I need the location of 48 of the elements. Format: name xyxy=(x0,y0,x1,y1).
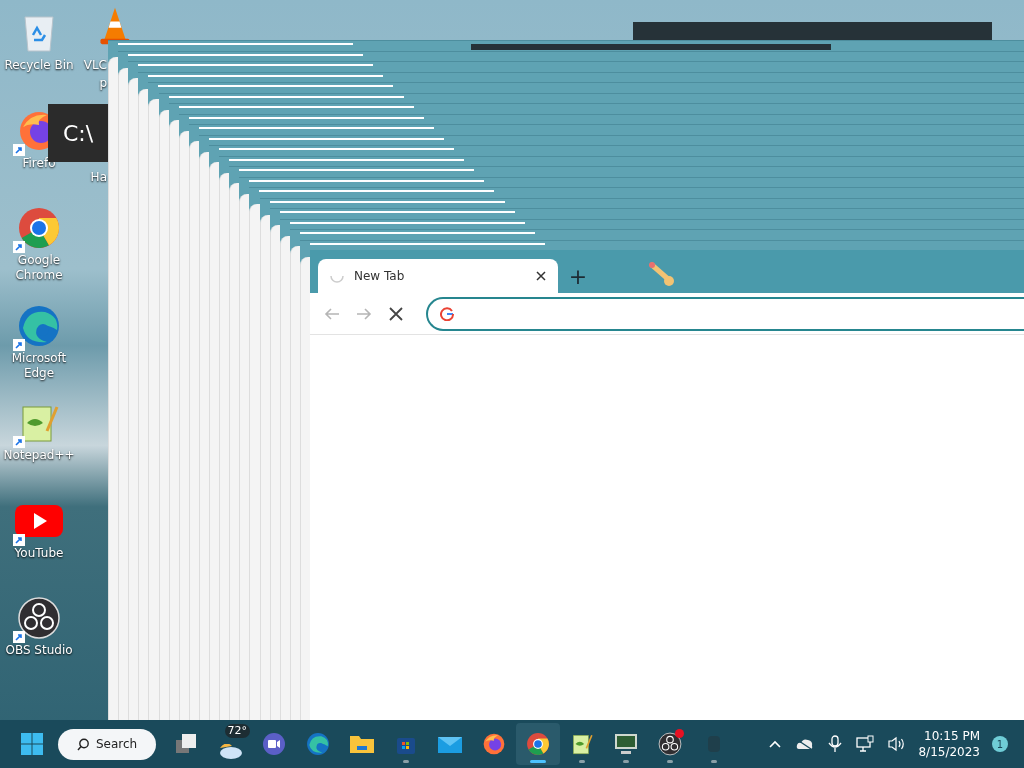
chrome-icon xyxy=(526,732,550,756)
icon-label: OBS Studio xyxy=(5,643,73,658)
clock-time[interactable]: 10:15 PM xyxy=(924,728,980,744)
clock-date[interactable]: 8/15/2023 xyxy=(918,744,980,760)
browser-tab[interactable]: New Tab xyxy=(318,259,558,293)
icon-label: Chrome xyxy=(15,268,63,283)
icon-label: Google xyxy=(17,253,61,268)
taskbar-app[interactable]: 72° xyxy=(208,723,252,765)
icon-label: Notepad++ xyxy=(3,448,75,463)
obs-icon xyxy=(17,596,61,640)
start-button-icon[interactable] xyxy=(20,732,44,756)
icon-label: Microsoft xyxy=(11,350,67,366)
icon-label: Ha xyxy=(90,170,107,185)
chrome-icon xyxy=(17,206,61,250)
icon-label: p xyxy=(99,76,107,91)
running-indicator xyxy=(530,760,546,763)
obs-icon xyxy=(658,732,682,756)
running-indicator xyxy=(623,760,629,763)
icon-label: Recycle Bin xyxy=(4,58,74,73)
taskbar-app[interactable] xyxy=(516,723,560,765)
video-chat-icon[interactable] xyxy=(262,732,286,756)
chevron-up-icon[interactable] xyxy=(768,739,783,749)
running-indicator xyxy=(711,760,717,763)
monitor-icon[interactable] xyxy=(613,732,639,756)
task-view-icon[interactable] xyxy=(174,732,198,756)
notification-badge[interactable]: 1 xyxy=(992,736,1008,752)
close-icon[interactable] xyxy=(536,271,546,281)
temperature-badge: 72° xyxy=(224,724,250,738)
notepad-plus-plus-icon xyxy=(570,732,594,756)
running-indicator xyxy=(403,760,409,763)
google-g-icon xyxy=(440,306,454,321)
cloud-icon[interactable] xyxy=(796,738,815,750)
firefox-icon xyxy=(482,732,506,756)
microphone-icon[interactable] xyxy=(828,735,843,753)
icon-label: VLC xyxy=(83,58,107,73)
icon-label: Edge xyxy=(23,365,55,381)
new-tab-button[interactable]: + xyxy=(558,259,598,293)
edge-icon xyxy=(17,303,61,348)
tab-title: New Tab xyxy=(354,268,406,285)
running-indicator xyxy=(579,760,585,763)
speaker-icon[interactable] xyxy=(888,736,907,752)
address-bar[interactable] xyxy=(426,296,1024,331)
running-indicator xyxy=(667,760,673,763)
edge-icon xyxy=(306,732,330,756)
icon-label: YouTube xyxy=(14,545,64,561)
search-icon xyxy=(76,737,90,751)
search-button[interactable]: Search xyxy=(58,728,156,760)
network-icon[interactable] xyxy=(856,735,875,753)
